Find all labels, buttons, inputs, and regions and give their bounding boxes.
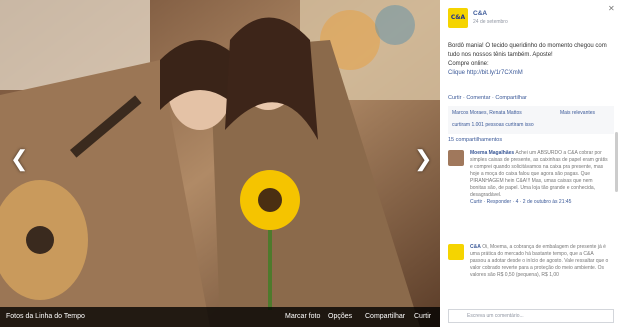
comment-input[interactable]: Escreva um comentário... <box>448 309 614 323</box>
post-body: Bordô mania! O tecido queridinho do mome… <box>448 42 614 78</box>
avatar[interactable] <box>448 244 464 260</box>
post-actions[interactable]: Curtir · Comentar · Compartilhar <box>448 95 527 101</box>
sort-relevant[interactable]: Mais relevantes <box>560 110 595 116</box>
comment-text: Oi, Moema, a cobrança de embalagem de pr… <box>470 244 609 278</box>
post-text: Bordô mania! O tecido queridinho do mome… <box>448 43 607 58</box>
previous-photo-icon[interactable]: ❮ <box>10 148 28 170</box>
scrollbar[interactable] <box>615 132 618 192</box>
comment-text: Achei um ABSURDO a C&A cobrar por simple… <box>470 150 608 198</box>
post-link[interactable]: Clique http://bit.ly/1r7CXmM <box>448 70 523 76</box>
post-date[interactable]: 24 de setembro <box>473 19 508 25</box>
likes-box: Marcos Moraes, Renata Mattos Mais releva… <box>448 106 614 134</box>
options-button[interactable]: Opções <box>328 313 352 320</box>
comment-meta[interactable]: Curtir · Responder · 4 · 2 de outubro às… <box>470 199 610 206</box>
close-icon[interactable]: ✕ <box>608 4 615 13</box>
photo-image <box>0 0 440 327</box>
shares-count[interactable]: 15 compartilhamentos <box>448 137 502 143</box>
page-name-link[interactable]: C&A <box>473 10 487 17</box>
post-panel: C&A C&A 24 de setembro ✕ Bordô mania! O … <box>440 0 620 327</box>
post-subtext: Compre online: <box>448 61 489 67</box>
photo-viewer[interactable]: ❮ ❯ Fotos da Linha do Tempo Marcar foto … <box>0 0 440 327</box>
next-photo-icon[interactable]: ❯ <box>414 148 432 170</box>
likes-names[interactable]: Marcos Moraes, Renata Mattos <box>452 110 522 116</box>
likes-count[interactable]: curtiram 1.001 pessoas curtiram isso <box>452 122 534 128</box>
avatar[interactable] <box>448 150 464 166</box>
tag-photo-button[interactable]: Marcar foto <box>285 313 320 320</box>
like-button[interactable]: Curtir <box>414 313 431 320</box>
comment-author[interactable]: C&A <box>470 244 481 250</box>
comment-author[interactable]: Moema Magalhães <box>470 150 514 156</box>
album-link[interactable]: Fotos da Linha do Tempo <box>6 313 85 320</box>
comment-placeholder: Escreva um comentário... <box>467 313 524 319</box>
photo-action-bar: Fotos da Linha do Tempo Marcar foto Opçõ… <box>0 307 440 327</box>
page-avatar[interactable]: C&A <box>448 8 468 28</box>
share-button[interactable]: Compartilhar <box>365 313 405 320</box>
